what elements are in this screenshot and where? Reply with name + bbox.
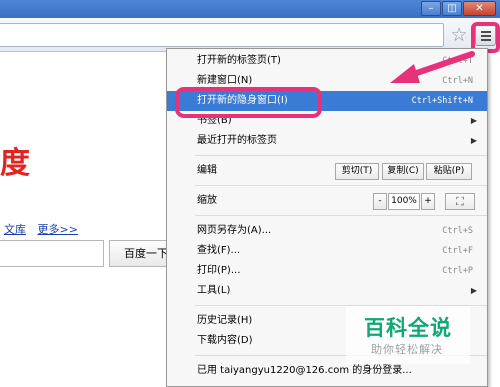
fullscreen-icon[interactable]: ⛶: [445, 193, 475, 210]
paste-button[interactable]: 粘贴(P): [426, 163, 472, 180]
cut-button[interactable]: 剪切(T): [335, 163, 379, 180]
pointer-arrow-icon: [390, 51, 475, 83]
bookmark-star-icon[interactable]: ☆: [449, 24, 469, 46]
menu-item-label: 工具(L): [197, 285, 231, 296]
menu-item-label: 打开新的标签页(T): [197, 55, 281, 66]
link-more[interactable]: 更多>>: [38, 223, 78, 236]
baidu-logo-fragment: 度: [0, 146, 30, 181]
menu-item-label: 最近打开的标签页: [197, 135, 277, 146]
menu-item-recent-tabs[interactable]: 最近打开的标签页 ▶: [167, 131, 487, 151]
submenu-arrow-icon: ▶: [470, 136, 477, 145]
menu-item-signin[interactable]: 已用 taiyangyu1220@126.com 的身份登录...: [167, 361, 487, 381]
menu-item-shortcut: Ctrl+Shift+N: [411, 96, 473, 106]
zoom-level: 100%: [388, 193, 420, 210]
menu-item-find[interactable]: 查找(F)... Ctrl+F: [167, 241, 487, 261]
menu-item-tools[interactable]: 工具(L) ▶: [167, 281, 487, 301]
menu-separator: [195, 155, 487, 156]
browser-toolbar: ☆: [0, 18, 500, 52]
link-wenku[interactable]: 文库: [4, 223, 26, 236]
close-button[interactable]: ✕: [463, 1, 496, 16]
menu-item-label: 查找(F)...: [197, 245, 241, 256]
menu-item-label: 已用 taiyangyu1220@126.com 的身份登录...: [197, 365, 412, 376]
copy-button[interactable]: 复制(C): [382, 163, 424, 180]
watermark: 百科全说 助你轻松解决: [346, 306, 470, 364]
menu-item-shortcut: Ctrl+S: [442, 226, 473, 236]
page-content: 度 文库 更多>> 百度一下: [0, 53, 180, 387]
watermark-subtitle: 助你轻松解决: [371, 343, 443, 356]
menu-item-label: 编辑: [197, 165, 217, 176]
menu-item-label: 网页另存为(A)...: [197, 225, 272, 236]
maximize-button[interactable]: ◫: [442, 1, 462, 16]
submenu-arrow-icon: ▶: [470, 116, 477, 125]
menu-item-print[interactable]: 打印(P)... Ctrl+P: [167, 261, 487, 281]
minimize-button[interactable]: –: [421, 1, 441, 16]
menu-item-label: 缩放: [197, 195, 217, 206]
menu-item-label: 打印(P)...: [197, 265, 241, 276]
menu-separator: [195, 215, 487, 216]
watermark-title: 百科全说: [364, 316, 452, 340]
window-titlebar: – ◫ ✕: [0, 0, 500, 18]
search-input[interactable]: [0, 240, 104, 267]
menu-item-label: 历史记录(H): [197, 315, 253, 326]
zoom-out-button[interactable]: -: [373, 193, 387, 210]
page-links: 文库 更多>>: [4, 221, 86, 237]
menu-row-zoom: 缩放 - 100% + ⛶: [167, 191, 487, 211]
address-bar[interactable]: [0, 23, 444, 47]
menu-item-shortcut: Ctrl+P: [442, 266, 473, 276]
submenu-arrow-icon: ▶: [470, 286, 477, 295]
menu-row-edit: 编辑 剪切(T) 复制(C) 粘贴(P): [167, 161, 487, 181]
menu-item-save-as[interactable]: 网页另存为(A)... Ctrl+S: [167, 221, 487, 241]
menu-item-shortcut: Ctrl+F: [442, 246, 473, 256]
zoom-in-button[interactable]: +: [421, 193, 435, 210]
menu-item-label: 下载内容(D): [197, 335, 253, 346]
menu-separator: [195, 185, 487, 186]
incognito-highlight: [175, 87, 322, 118]
